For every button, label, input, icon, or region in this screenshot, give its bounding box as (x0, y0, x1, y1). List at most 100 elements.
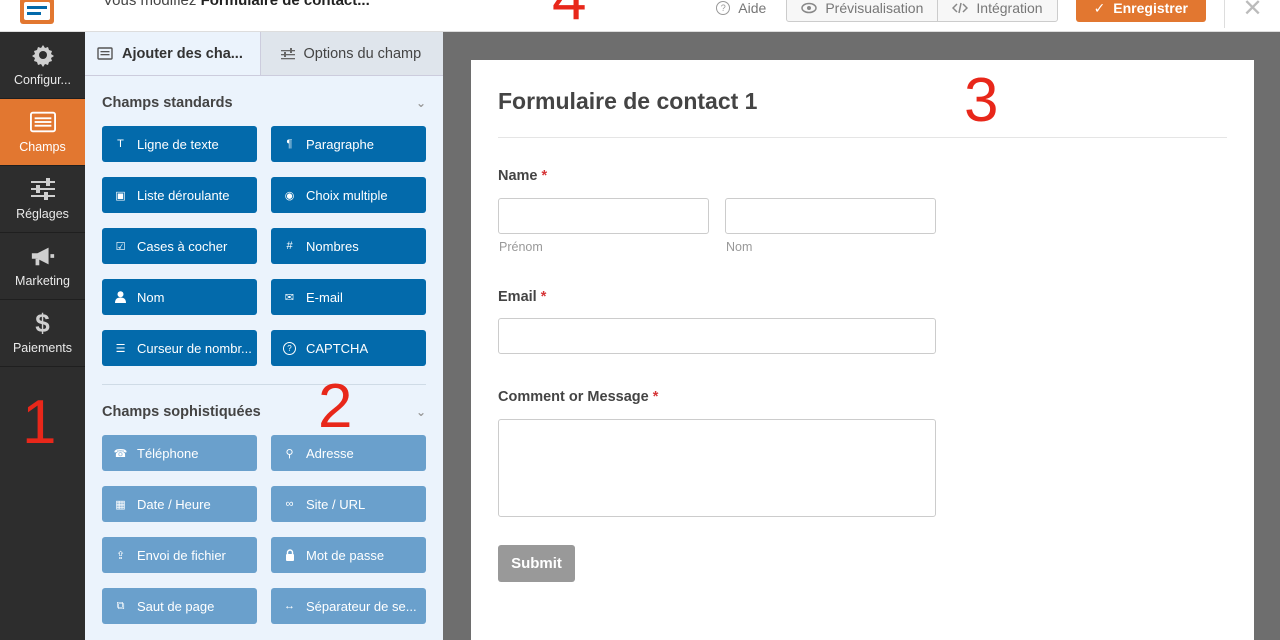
nav-label: Champs (19, 140, 66, 154)
field-button-paragraph[interactable]: ¶ Paragraphe (271, 126, 426, 162)
nav-item-marketing[interactable]: Marketing (0, 233, 85, 300)
field-label: Nom (137, 289, 165, 305)
arrows-horizontal-icon: ↔ (284, 600, 295, 612)
preview-button[interactable]: Prévisualisation (787, 0, 939, 21)
field-button-file-upload[interactable]: ⇪ Envoi de fichier (102, 537, 257, 573)
last-name-input[interactable] (725, 198, 936, 234)
tab-field-options[interactable]: Options du champ (260, 32, 443, 75)
nav-label: Configur... (14, 73, 71, 87)
field-label: Saut de page (137, 598, 215, 614)
nav-label: Marketing (15, 274, 70, 288)
field-button-captcha[interactable]: ? CAPTCHA (271, 330, 426, 366)
field-label: Site / URL (306, 496, 366, 512)
tab-add-fields[interactable]: Ajouter des cha... (85, 32, 261, 75)
close-icon: ✕ (1242, 0, 1263, 22)
first-name-input[interactable] (498, 198, 709, 234)
dropdown-icon: ▣ (115, 189, 126, 202)
field-label: Adresse (306, 445, 354, 461)
close-button[interactable]: ✕ (1224, 0, 1280, 28)
required-mark: * (540, 289, 547, 305)
eye-icon (801, 2, 818, 14)
field-label: CAPTCHA (306, 340, 369, 356)
wpforms-logo-icon (20, 0, 54, 24)
label-text: Name (498, 168, 538, 184)
field-button-date-time[interactable]: ▦ Date / Heure (102, 486, 257, 522)
field-label: Cases à cocher (137, 238, 228, 254)
section-header-standard[interactable]: Champs standards ⌄ (102, 76, 426, 126)
form-title-divider (498, 137, 1227, 138)
radio-icon: ◉ (284, 189, 295, 202)
field-button-page-break[interactable]: ⧉ Saut de page (102, 588, 257, 624)
field-button-number-slider[interactable]: ☰ Curseur de nombr... (102, 330, 257, 366)
gear-icon (30, 43, 56, 67)
lock-icon (283, 549, 296, 562)
field-button-email[interactable]: ✉ E-mail (271, 279, 426, 315)
upload-icon: ⇪ (115, 549, 126, 562)
sliders-icon (30, 177, 56, 201)
submit-button[interactable]: Submit (498, 545, 575, 582)
section-title: Champs standards (102, 95, 233, 111)
fields-panel: Ajouter des cha... Options du champ Cham… (85, 32, 443, 640)
hash-icon: # (286, 240, 293, 252)
help-link[interactable]: ? Aide (716, 0, 766, 16)
list-icon (29, 110, 56, 134)
field-button-section-divider[interactable]: ↔ Séparateur de se... (271, 588, 426, 624)
map-pin-icon: ⚲ (285, 447, 294, 460)
chevron-down-icon: ⌄ (415, 405, 426, 419)
question-icon: ? (283, 341, 296, 355)
field-button-name[interactable]: Nom (102, 279, 257, 315)
label-text: Comment or Message (498, 389, 649, 405)
copy-icon: ⧉ (116, 599, 125, 612)
nav-item-settings[interactable]: Réglages (0, 166, 85, 233)
editing-prefix: Vous modifiez (103, 0, 197, 9)
message-textarea[interactable] (498, 419, 936, 517)
phone-icon: ☎ (113, 447, 128, 460)
fancy-fields-section: Champs sophistiquées ⌄ ☎ Téléphone ⚲ Adres… (85, 385, 443, 624)
nav-item-fields[interactable]: Champs (0, 99, 85, 166)
email-field-label[interactable]: Email * (498, 289, 546, 305)
field-button-phone[interactable]: ☎ Téléphone (102, 435, 257, 471)
save-button[interactable]: ✓ Enregistrer (1075, 0, 1206, 22)
field-label: Choix multiple (306, 187, 388, 203)
checkbox-icon: ☑ (115, 240, 126, 253)
help-label: Aide (738, 0, 767, 16)
form-preview-canvas: Formulaire de contact 1 Name * Prénom Nom… (443, 32, 1280, 640)
top-actions: ? Aide Prévisualisation Intégration ✓ En… (716, 0, 1280, 28)
envelope-icon: ✉ (284, 291, 295, 304)
message-field-label[interactable]: Comment or Message * (498, 389, 658, 405)
field-button-website[interactable]: ∞ Site / URL (271, 486, 426, 522)
editing-label: Vous modifiez Formulaire de contact... (103, 0, 370, 9)
field-button-text[interactable]: T Ligne de texte (102, 126, 257, 162)
standard-fields-grid: T Ligne de texte ¶ Paragraphe ▣ Liste dérou… (102, 126, 426, 366)
list-icon (97, 47, 113, 60)
field-button-password[interactable]: Mot de passe (271, 537, 426, 573)
field-label: Téléphone (137, 445, 199, 461)
name-field-label[interactable]: Name * (498, 168, 547, 184)
slider-icon: ☰ (115, 342, 126, 355)
field-button-numbers[interactable]: # Nombres (271, 228, 426, 264)
check-icon: ✓ (1093, 0, 1106, 16)
embed-label: Intégration (976, 0, 1043, 16)
last-name-sublabel: Nom (726, 240, 753, 254)
embed-button[interactable]: Intégration (938, 0, 1056, 21)
field-button-dropdown[interactable]: ▣ Liste déroulante (102, 177, 257, 213)
form-name: Formulaire de contact... (200, 0, 370, 9)
label-text: Email (498, 289, 537, 305)
field-label: Liste déroulante (137, 187, 230, 203)
field-label: Mot de passe (306, 547, 385, 563)
preview-embed-group: Prévisualisation Intégration (786, 0, 1058, 22)
nav-label: Réglages (16, 207, 69, 221)
field-label: E-mail (306, 289, 343, 305)
tab-label: Ajouter des cha... (122, 45, 243, 62)
nav-item-payments[interactable]: $ Paiements (0, 300, 85, 367)
section-header-fancy[interactable]: Champs sophistiquées ⌄ (102, 385, 426, 435)
form-title[interactable]: Formulaire de contact 1 (498, 88, 757, 115)
email-input[interactable] (498, 318, 936, 354)
field-button-checkboxes[interactable]: ☑ Cases à cocher (102, 228, 257, 264)
nav-item-setup[interactable]: Configur... (0, 32, 85, 99)
form-card: Formulaire de contact 1 Name * Prénom Nom… (471, 60, 1254, 640)
dollar-icon: $ (35, 307, 50, 338)
field-button-multiple-choice[interactable]: ◉ Choix multiple (271, 177, 426, 213)
builder-left-nav: Configur... Champs Réglages Marketing $ … (0, 32, 85, 640)
field-label: Paragraphe (306, 136, 374, 152)
